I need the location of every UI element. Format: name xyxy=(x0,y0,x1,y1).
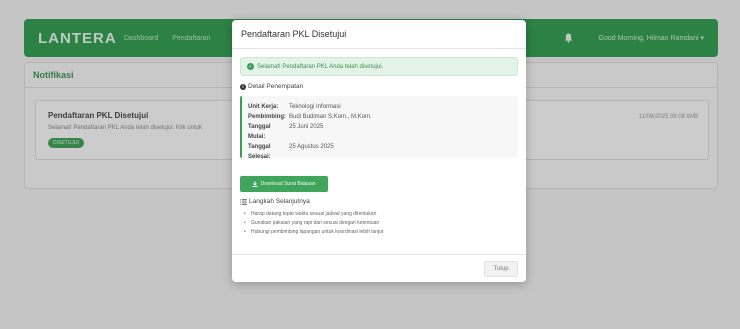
success-alert: ✓ Selamat! Pendaftaran PKL Anda telah di… xyxy=(240,57,518,76)
list-item: • Harap datang tepat waktu sesuai jadwal … xyxy=(244,211,377,217)
list-item: • Hubungi pembimbing lapangan untuk koord… xyxy=(244,229,384,235)
detail-row-start-date: Tanggal Mulai: 25 Juni 2025 xyxy=(248,122,512,142)
steps-title-text: Langkah Selanjutnya xyxy=(249,198,310,205)
success-message: Selamat! Pendaftaran PKL Anda telah dise… xyxy=(257,63,384,70)
detail-label: Tanggal Selesai: xyxy=(248,144,271,160)
steps-section-title: Langkah Selanjutnya xyxy=(240,198,518,205)
steps-list: • Harap datang tepat waktu sesuai jadwal … xyxy=(240,210,518,237)
close-button[interactable]: Tutup xyxy=(484,260,518,277)
detail-row-pembimbing: Pembimbing: Budi Budiman S.Kom., M.Kom. xyxy=(248,112,512,122)
modal-body: ✓ Selamat! Pendaftaran PKL Anda telah di… xyxy=(232,49,526,245)
detail-label: Pembimbing: xyxy=(248,114,287,120)
download-letter-button[interactable]: Download Surat Balasan xyxy=(240,176,328,192)
download-label: Download Surat Balasan xyxy=(260,181,316,187)
detail-label: Tanggal Mulai: xyxy=(248,124,271,140)
detail-label: Unit Kerja: xyxy=(248,104,279,110)
check-circle-icon: ✓ xyxy=(247,63,254,70)
detail-row-unit: Unit Kerja: Teknologi Informasi xyxy=(248,102,512,112)
info-icon: i xyxy=(240,83,246,90)
detail-row-end-date: Tanggal Selesai: 25 Agustus 2025 xyxy=(248,142,512,162)
approval-modal: Pendaftaran PKL Disetujui ✓ Selamat! Pen… xyxy=(232,20,526,282)
list-icon xyxy=(240,198,247,205)
step-text: Harap datang tepat waktu sesuai jadwal y… xyxy=(251,211,377,217)
detail-title-text: Detail Penempatan xyxy=(248,83,304,90)
detail-value: 25 Juni 2025 xyxy=(289,124,324,130)
modal-footer: Tutup xyxy=(232,254,526,282)
list-item: • Gunakan pakaian yang rapi dan sesuai de… xyxy=(244,220,380,226)
detail-section-title: i Detail Penempatan xyxy=(240,83,518,90)
download-icon xyxy=(252,181,258,187)
detail-value: Budi Budiman S.Kom., M.Kom. xyxy=(289,114,372,120)
detail-value: Teknologi Informasi xyxy=(289,104,341,110)
placement-details: Unit Kerja: Teknologi Informasi Pembimbi… xyxy=(240,96,518,160)
step-text: Gunakan pakaian yang rapi dan sesuai den… xyxy=(251,220,380,226)
step-text: Hubungi pembimbing lapangan untuk koordi… xyxy=(251,229,384,235)
detail-value: 25 Agustus 2025 xyxy=(289,144,334,150)
modal-title: Pendaftaran PKL Disetujui xyxy=(232,20,526,49)
